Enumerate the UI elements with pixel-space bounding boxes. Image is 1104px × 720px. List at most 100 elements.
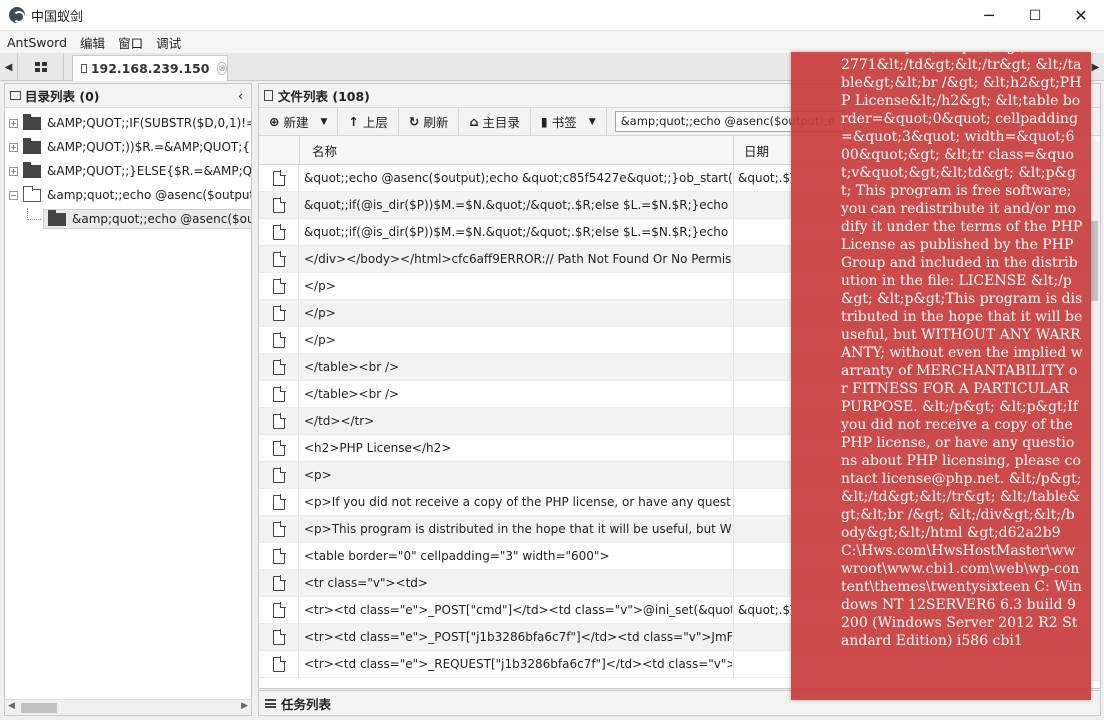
file-date <box>733 354 793 381</box>
tree-item[interactable]: + &AMP;QUOT;;IF(SUBSTR($D,0,1)!= <box>5 111 251 135</box>
column-name[interactable]: 名称 <box>299 136 733 165</box>
file-icon <box>272 359 286 375</box>
tree-item-label: &AMP;QUOT;))$R.=&AMP;QUOT;{$ <box>47 140 251 154</box>
menu-window[interactable]: 窗口 <box>118 33 143 52</box>
file-name: </div></body></html>cfc6aff9ERROR:// Pat… <box>304 252 732 266</box>
overlay-text: class=&quot;v&quot;&gt;1637562771&lt;/td… <box>841 52 1083 649</box>
scroll-thumb[interactable] <box>1090 221 1098 301</box>
file-name: &quot;;if(@is_dir($P))$M.=$N.&quot;/&quo… <box>304 225 732 239</box>
expand-icon[interactable]: + <box>9 166 18 176</box>
file-icon <box>272 224 286 240</box>
tab-close-icon[interactable]: ⊗ <box>217 62 227 75</box>
file-icon <box>272 197 286 213</box>
directory-panel-title: 目录列表 (0) <box>25 89 100 104</box>
row-icon-cell <box>259 165 299 192</box>
folder-icon <box>23 113 41 130</box>
row-icon-cell <box>259 273 299 300</box>
file-date <box>733 462 793 489</box>
minimize-button[interactable]: ─ <box>966 0 1012 31</box>
tree-item[interactable]: &amp;quot;;echo @asenc($outp <box>5 207 251 231</box>
file-icon <box>272 440 286 456</box>
row-icon-cell <box>259 381 299 408</box>
tree-item[interactable]: − &amp;quot;;echo @asenc($output) <box>5 183 251 207</box>
icon-column-header <box>259 136 299 165</box>
scroll-thumb[interactable] <box>21 703 57 713</box>
bookmark-button[interactable]: ▮ 书签 ▼ <box>531 107 607 136</box>
folder-icon <box>23 137 41 154</box>
file-date <box>733 543 793 570</box>
row-icon-cell <box>259 246 299 273</box>
home-dir-label: 主目录 <box>482 115 520 130</box>
file-date <box>733 273 793 300</box>
menu-debug[interactable]: 调试 <box>156 33 181 52</box>
file-icon <box>272 467 286 483</box>
tab-home[interactable] <box>18 53 64 81</box>
row-icon-cell <box>259 327 299 354</box>
refresh-button[interactable]: ↻ 刷新 <box>399 107 460 136</box>
row-icon-cell <box>259 300 299 327</box>
file-icon <box>272 305 286 321</box>
file-date <box>733 489 793 516</box>
file-icon <box>272 386 286 402</box>
tree-item[interactable]: + &AMP;QUOT;;}ELSE{$R.=&AMP;QU <box>5 159 251 183</box>
bookmark-icon: ▮ <box>540 114 548 129</box>
file-icon <box>272 170 286 186</box>
row-icon-cell <box>259 516 299 543</box>
maximize-button[interactable]: ☐ <box>1012 0 1058 31</box>
file-date <box>733 192 793 219</box>
file-date <box>733 624 793 651</box>
refresh-label: 刷新 <box>423 115 449 130</box>
tree-item-label: &amp;quot;;echo @asenc($outp <box>72 212 251 226</box>
expand-icon[interactable]: + <box>9 118 18 128</box>
row-icon-cell <box>259 462 299 489</box>
tab-host-label: 192.168.239.150 <box>90 61 210 76</box>
row-icon-cell <box>259 624 299 651</box>
bookmark-label: 书签 <box>551 115 577 130</box>
row-icon-cell <box>259 219 299 246</box>
file-date: &quot;.$T.&quot; <box>733 165 793 192</box>
file-icon <box>272 413 286 429</box>
file-icon <box>272 656 286 672</box>
chevron-down-icon: ▼ <box>320 116 328 127</box>
file-date <box>733 408 793 435</box>
collapse-panel-icon[interactable]: ‹ <box>238 88 243 103</box>
menu-bar: AntSword 编辑 窗口 调试 <box>0 31 1104 53</box>
folder-outline-icon <box>10 91 21 100</box>
collapse-icon[interactable]: − <box>9 190 18 200</box>
tab-scroll-left-icon[interactable]: ◀ <box>0 53 18 81</box>
file-date <box>733 516 793 543</box>
menu-antsword[interactable]: AntSword <box>7 35 67 50</box>
row-icon-cell <box>259 570 299 597</box>
file-name: </p> <box>304 279 336 293</box>
file-icon <box>272 521 286 537</box>
refresh-icon: ↻ <box>408 114 420 129</box>
horizontal-scrollbar[interactable]: ◀ ▶ <box>5 699 251 715</box>
directory-panel: 目录列表 (0) ‹ + &AMP;QUOT;;IF(SUBSTR($D,0,1)… <box>4 83 252 716</box>
home-dir-button[interactable]: ⌂ 主目录 <box>459 107 531 136</box>
new-button[interactable]: ⊕ 新建 ▼ <box>259 107 339 136</box>
file-name: <h2>PHP License</h2> <box>304 441 452 455</box>
tree-item-label: &AMP;QUOT;;IF(SUBSTR($D,0,1)!= <box>47 116 251 130</box>
file-name: </p> <box>304 306 336 320</box>
expand-icon[interactable]: + <box>9 142 18 152</box>
window-title: 中国蚁剑 <box>31 9 84 25</box>
file-name: </p> <box>304 333 336 347</box>
tab-host[interactable]: 192.168.239.150 ⊗ <box>72 55 228 81</box>
row-icon-cell <box>259 543 299 570</box>
up-level-button[interactable]: ↑ 上层 <box>338 107 399 136</box>
file-outline-icon <box>264 90 273 101</box>
close-window-button[interactable]: ✕ <box>1058 0 1104 31</box>
arrow-up-icon: ↑ <box>348 114 359 129</box>
antsword-logo-icon <box>9 7 25 23</box>
up-level-label: 上层 <box>362 115 388 130</box>
file-date <box>733 300 793 327</box>
tree-item[interactable]: + &AMP;QUOT;))$R.=&AMP;QUOT;{$ <box>5 135 251 159</box>
plus-circle-icon: ⊕ <box>269 114 280 129</box>
tree-connector <box>27 208 41 220</box>
row-icon-cell <box>259 597 299 624</box>
directory-tree: + &AMP;QUOT;;IF(SUBSTR($D,0,1)!= + &AMP;QUO… <box>5 108 251 231</box>
file-date <box>733 246 793 273</box>
tree-item-label: &AMP;QUOT;;}ELSE{$R.=&AMP;QU <box>47 164 251 178</box>
menu-edit[interactable]: 编辑 <box>80 33 105 52</box>
file-name: &quot;;echo @asenc($output);echo &quot;c… <box>304 171 732 185</box>
